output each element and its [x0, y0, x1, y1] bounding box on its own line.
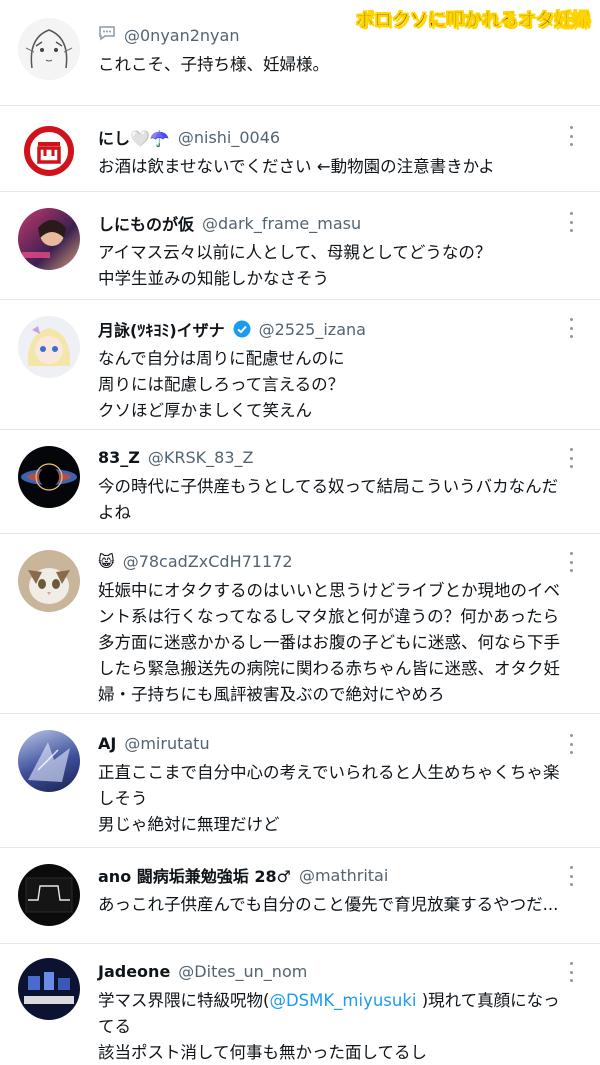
more-options-icon[interactable]	[568, 126, 574, 146]
title-banner: ボロクソに叩かれるオタ妊婦	[350, 4, 596, 34]
display-name[interactable]: しにものが仮	[98, 211, 194, 235]
avatar[interactable]	[18, 550, 80, 612]
tweet[interactable]: にし🤍☂️ @nishi_0046 お酒は飲ませないでください ←動物園の注意書…	[0, 106, 600, 192]
display-name[interactable]: にし🤍☂️	[98, 125, 170, 149]
tweet[interactable]: ano 闘病垢兼勉強垢 28♂ @mathritai あっこれ子供産んでも自分の…	[0, 848, 600, 944]
more-options-icon[interactable]	[568, 552, 574, 572]
tweet[interactable]: 月詠(ﾂｷﾖﾐ)イザナ @2525_izana なんで自分は周りに配慮せんのに …	[0, 300, 600, 430]
user-handle[interactable]: @mirutatu	[124, 734, 209, 753]
user-handle[interactable]: @dark_frame_masu	[202, 214, 361, 233]
tweet-text: アイマス云々以前に人として、母親としてどうなの？ 中学生並みの知能しかなさそう	[98, 243, 492, 288]
tweet[interactable]: AJ @mirutatu 正直ここまで自分中心の考えでいられると人生めちゃくちゃ…	[0, 714, 600, 848]
more-options-icon[interactable]	[568, 318, 574, 338]
more-options-icon[interactable]	[568, 448, 574, 468]
display-name[interactable]: ano 闘病垢兼勉強垢 28♂	[98, 863, 291, 887]
avatar[interactable]	[18, 730, 80, 792]
user-handle[interactable]: @0nyan2nyan	[124, 26, 239, 45]
avatar[interactable]	[18, 18, 80, 80]
display-name[interactable]: Jadeone	[98, 962, 170, 981]
tweet-header: ano 闘病垢兼勉強垢 28♂ @mathritai	[98, 862, 582, 888]
tweet-header: 83_Z @KRSK_83_Z	[98, 444, 582, 470]
tweet-header: にし🤍☂️ @nishi_0046	[98, 124, 582, 150]
verified-badge-icon	[233, 320, 251, 338]
tweet[interactable]: 😸 @78cadZxCdH71172 妊娠中にオタクするのはいいと思うけどライブ…	[0, 534, 600, 714]
user-handle[interactable]: @nishi_0046	[178, 128, 280, 147]
tweet-text: なんで自分は周りに配慮せんのに 周りには配慮しろって言えるの？ クソほど厚かまし…	[98, 349, 345, 420]
user-handle[interactable]: @Dites_un_nom	[178, 962, 307, 981]
tweet-text: お酒は飲ませないでください ←動物園の注意書きかよ	[98, 157, 495, 176]
more-options-icon[interactable]	[568, 734, 574, 754]
tweet-text: 正直ここまで自分中心の考えでいられると人生めちゃくちゃ楽 しそう 男じゃ絶対に無…	[98, 763, 560, 834]
display-name[interactable]: 月詠(ﾂｷﾖﾐ)イザナ	[98, 317, 225, 341]
avatar[interactable]	[18, 120, 80, 182]
tweet-text: あっこれ子供産んでも自分のこと優先で育児放棄するやつだ...	[98, 895, 559, 914]
avatar[interactable]	[18, 864, 80, 926]
tweet-header: 月詠(ﾂｷﾖﾐ)イザナ @2525_izana	[98, 316, 582, 342]
tweet[interactable]: Jadeone @Dites_un_nom 学マス界隈に特級呪物(@DSMK_m…	[0, 944, 600, 1065]
avatar[interactable]	[18, 958, 80, 1020]
user-handle[interactable]: @2525_izana	[259, 320, 366, 339]
avatar[interactable]	[18, 446, 80, 508]
user-handle[interactable]: @mathritai	[299, 866, 388, 885]
tweet-header: しにものが仮 @dark_frame_masu	[98, 210, 582, 236]
tweet-text: 今の時代に子供産もうとしてる奴って結局こういうバカなんだ よね	[98, 477, 559, 522]
tweet-header: 😸 @78cadZxCdH71172	[98, 548, 582, 574]
speech-bubble-icon	[98, 25, 116, 45]
tweet-header: Jadeone @Dites_un_nom	[98, 958, 582, 984]
mention-link[interactable]: @DSMK_miyusuki	[269, 991, 416, 1010]
tweet-header: AJ @mirutatu	[98, 730, 582, 756]
display-name[interactable]: AJ	[98, 734, 116, 753]
tweet[interactable]: 83_Z @KRSK_83_Z 今の時代に子供産もうとしてる奴って結局こういうバ…	[0, 430, 600, 534]
cat-emoji-icon: 😸	[98, 551, 115, 571]
tweet[interactable]: しにものが仮 @dark_frame_masu アイマス云々以前に人として、母親…	[0, 192, 600, 300]
user-handle[interactable]: @KRSK_83_Z	[148, 448, 254, 467]
tweet-text: 妊娠中にオタクするのはいいと思うけどライブとか現地のイベ ント系は行くなってなる…	[98, 581, 560, 704]
display-name[interactable]: 83_Z	[98, 448, 140, 467]
avatar[interactable]	[18, 316, 80, 378]
user-handle[interactable]: @78cadZxCdH71172	[123, 552, 293, 571]
avatar[interactable]	[18, 208, 80, 270]
more-options-icon[interactable]	[568, 962, 574, 982]
tweet-text: 学マス界隈に特級呪物(@DSMK_miyusuki )現れて真顔になっ てる 該…	[98, 991, 560, 1062]
more-options-icon[interactable]	[568, 212, 574, 232]
more-options-icon[interactable]	[568, 866, 574, 886]
tweet-text: これこそ、子持ち様、妊婦様。	[98, 55, 329, 74]
